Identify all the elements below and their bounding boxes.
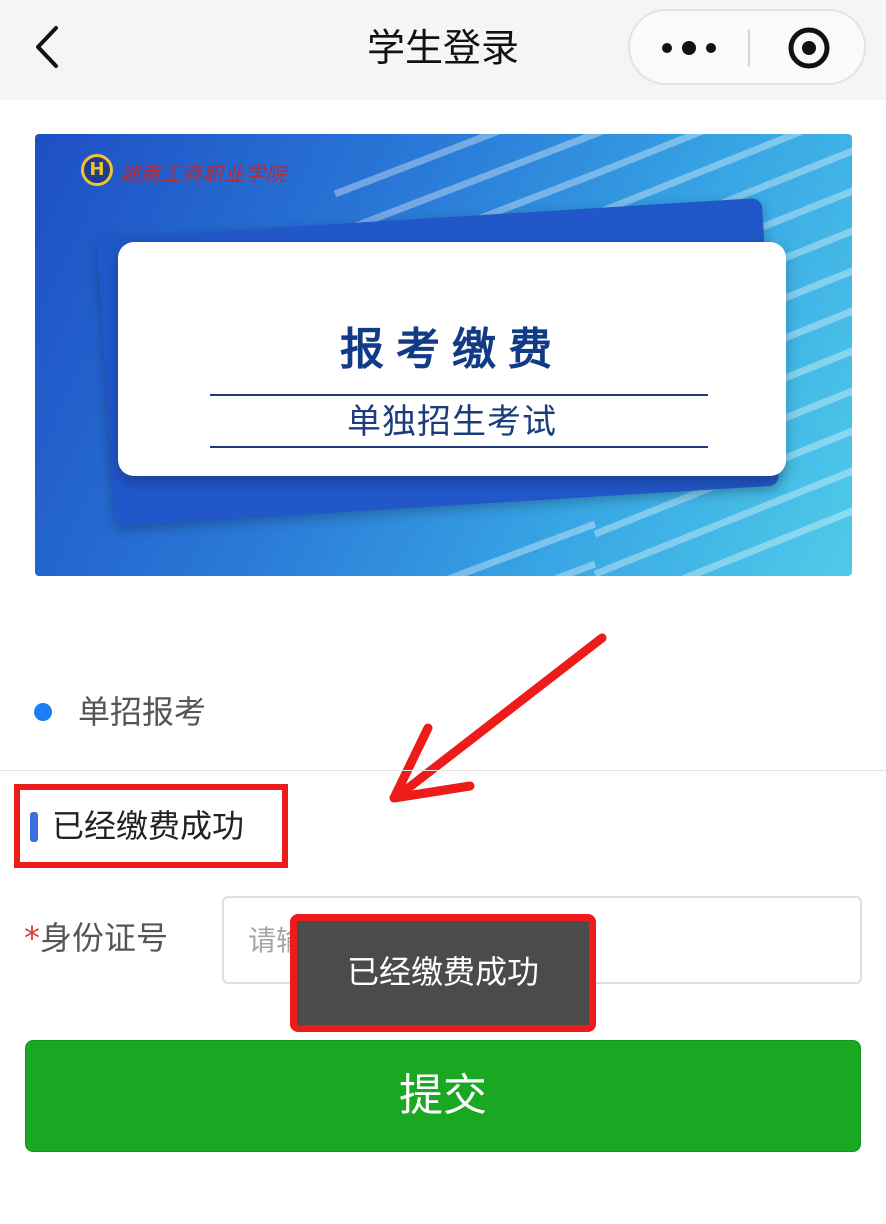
radio-option-single-admission[interactable]: 单招报考 — [34, 690, 434, 734]
navigation-bar: 学生登录 — [0, 0, 886, 100]
banner-title: 报考缴费 — [340, 324, 564, 375]
exam-payment-banner: H 湖南工商职业学院 报考缴费 单独招生考试 — [35, 134, 852, 576]
more-menu-button[interactable] — [630, 11, 748, 83]
section-marker-bar — [30, 812, 38, 842]
payment-status-highlight: 已经缴费成功 — [14, 784, 288, 868]
id-number-label-text: 身份证号 — [40, 919, 169, 957]
banner-card: 报考缴费 单独招生考试 — [118, 242, 786, 476]
college-logo: H 湖南工商职业学院 — [81, 152, 286, 188]
college-name: 湖南工商职业学院 — [119, 162, 287, 186]
radio-selected-dot — [34, 703, 52, 721]
section-divider — [0, 770, 886, 771]
banner-subtitle: 单独招生考试 — [347, 402, 557, 442]
payment-status-text: 已经缴费成功 — [52, 807, 245, 845]
mini-program-capsule — [628, 9, 866, 85]
banner-divider-top — [210, 394, 708, 396]
id-number-label: *身份证号 — [24, 912, 168, 964]
target-circle-icon — [788, 27, 830, 69]
banner-divider-bottom — [210, 446, 708, 448]
toast-message: 已经缴费成功 — [290, 914, 596, 1032]
toast-text: 已经缴费成功 — [346, 953, 539, 991]
close-mini-program-button[interactable] — [750, 11, 864, 83]
more-dots-icon — [662, 41, 716, 55]
radio-option-label: 单招报考 — [78, 693, 207, 731]
college-emblem: H — [81, 154, 113, 186]
submit-button[interactable]: 提交 — [25, 1040, 861, 1152]
required-mark: * — [24, 919, 40, 957]
